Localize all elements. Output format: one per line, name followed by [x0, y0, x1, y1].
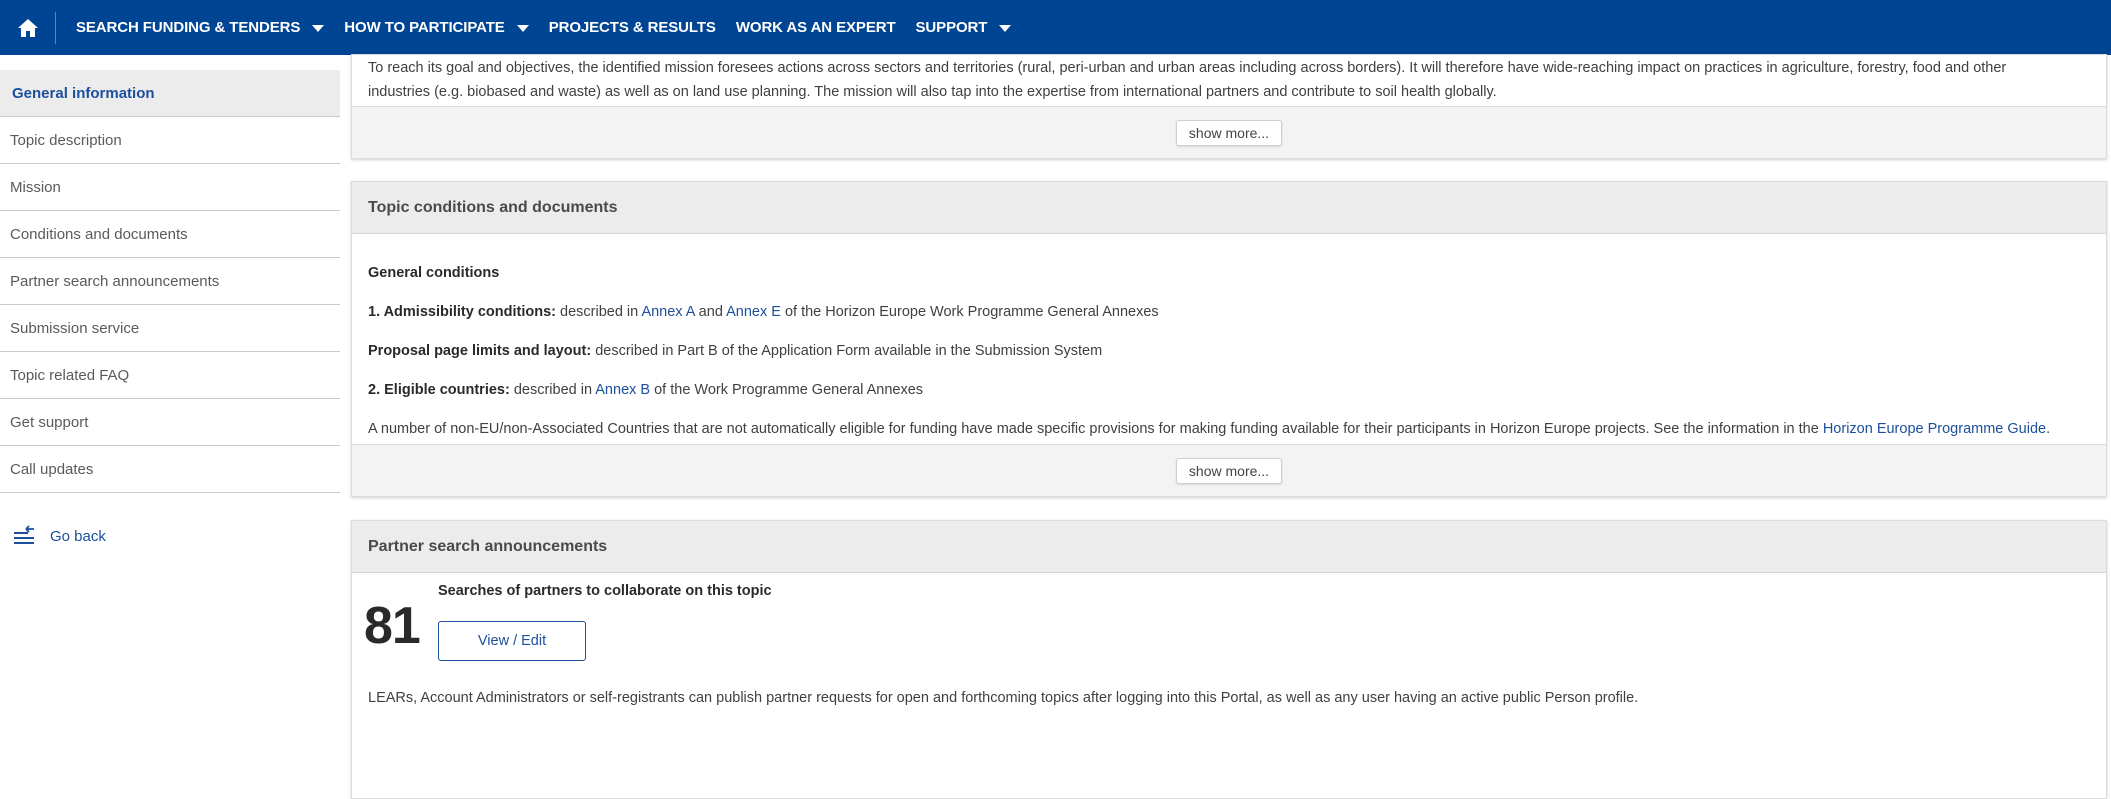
partner-search-panel: Partner search announcements 81 Searches… — [351, 520, 2107, 799]
non-eu-text: A number of non-EU/non-Associated Countr… — [368, 421, 1823, 437]
nav-label: SEARCH FUNDING & TENDERS — [76, 19, 301, 36]
conditions-panel-title: Topic conditions and documents — [352, 182, 2106, 234]
general-conditions-heading: General conditions — [368, 261, 2090, 285]
sidebar-item-partner-search[interactable]: Partner search announcements — [0, 258, 340, 305]
page-limits-line: Proposal page limits and layout: describ… — [368, 339, 2090, 363]
annex-a-link[interactable]: Annex A — [641, 304, 694, 320]
caret-down-icon — [312, 24, 325, 32]
page-limits-label: Proposal page limits and layout: — [368, 343, 592, 359]
show-more-button[interactable]: show more... — [1175, 457, 1283, 484]
caret-down-icon — [516, 24, 529, 32]
and-text: and — [694, 304, 727, 320]
sidebar-item-submission-service[interactable]: Submission service — [0, 305, 340, 352]
home-icon[interactable] — [0, 11, 56, 44]
annex-b-link[interactable]: Annex B — [595, 382, 650, 398]
go-back-icon — [14, 525, 34, 544]
sidebar: General information Topic description Mi… — [0, 55, 340, 749]
caret-down-icon — [999, 24, 1012, 32]
nav-label: HOW TO PARTICIPATE — [344, 19, 505, 36]
sidebar-item-topic-description[interactable]: Topic description — [0, 117, 340, 164]
admissibility-label: 1. Admissibility conditions: — [368, 304, 556, 320]
show-more-bar: show more... — [352, 444, 2106, 496]
show-more-button[interactable]: show more... — [1175, 119, 1283, 146]
nav-work-as-expert[interactable]: WORK AS AN EXPERT — [736, 19, 896, 36]
nav-label: SUPPORT — [915, 19, 988, 36]
show-more-bar: show more... — [352, 106, 2106, 158]
page-limits-text: described in Part B of the Application F… — [591, 343, 1103, 359]
mission-text-line-2: industries (e.g. biobased and waste) as … — [368, 84, 1497, 100]
nav-label: PROJECTS & RESULTS — [548, 19, 716, 36]
partner-search-body: 81 Searches of partners to collaborate o… — [352, 573, 2106, 733]
partner-search-panel-title: Partner search announcements — [352, 521, 2106, 573]
partner-search-note: LEARs, Account Administrators or self-re… — [368, 690, 1639, 706]
annex-e-link[interactable]: Annex E — [726, 304, 781, 320]
nav-search-funding-tenders[interactable]: SEARCH FUNDING & TENDERS — [76, 19, 325, 36]
partner-search-label: Searches of partners to collaborate on t… — [438, 583, 772, 599]
top-navigation: SEARCH FUNDING & TENDERS HOW TO PARTICIP… — [0, 0, 2111, 55]
eligible-pre: described in — [509, 382, 596, 398]
eligible-label: 2. Eligible countries: — [368, 382, 510, 398]
sidebar-item-general-information[interactable]: General information — [0, 70, 340, 117]
go-back-label: Go back — [50, 527, 106, 545]
sidebar-item-conditions-documents[interactable]: Conditions and documents — [0, 211, 340, 258]
nav-support[interactable]: SUPPORT — [916, 19, 1012, 36]
nav-label: WORK AS AN EXPERT — [735, 19, 896, 36]
sidebar-item-call-updates[interactable]: Call updates — [0, 446, 340, 493]
admissibility-pre: described in — [555, 304, 642, 320]
admissibility-line: 1. Admissibility conditions: described i… — [368, 300, 2090, 324]
non-eu-end: . — [2046, 421, 2051, 437]
view-edit-button[interactable]: View / Edit — [438, 621, 586, 661]
conditions-panel: Topic conditions and documents General c… — [351, 181, 2107, 497]
admissibility-post: of the Horizon Europe Work Programme Gen… — [780, 304, 1159, 320]
mission-text-line-1: To reach its goal and objectives, the id… — [368, 60, 2007, 76]
sidebar-item-get-support[interactable]: Get support — [0, 399, 340, 446]
eligible-post: of the Work Programme General Annexes — [650, 382, 924, 398]
nav-how-to-participate[interactable]: HOW TO PARTICIPATE — [344, 19, 529, 36]
programme-guide-link[interactable]: Horizon Europe Programme Guide — [1823, 421, 2046, 437]
go-back-link[interactable]: Go back — [12, 523, 106, 549]
sidebar-item-topic-faq[interactable]: Topic related FAQ — [0, 352, 340, 399]
eligible-countries-line: 2. Eligible countries: described in Anne… — [368, 378, 2090, 402]
partner-search-count: 81 — [364, 597, 421, 655]
non-eu-line: A number of non-EU/non-Associated Countr… — [368, 417, 2090, 441]
sidebar-item-mission[interactable]: Mission — [0, 164, 340, 211]
nav-projects-results[interactable]: PROJECTS & RESULTS — [549, 19, 716, 36]
mission-panel: To reach its goal and objectives, the id… — [351, 54, 2107, 159]
general-conditions-label: General conditions — [368, 265, 500, 281]
